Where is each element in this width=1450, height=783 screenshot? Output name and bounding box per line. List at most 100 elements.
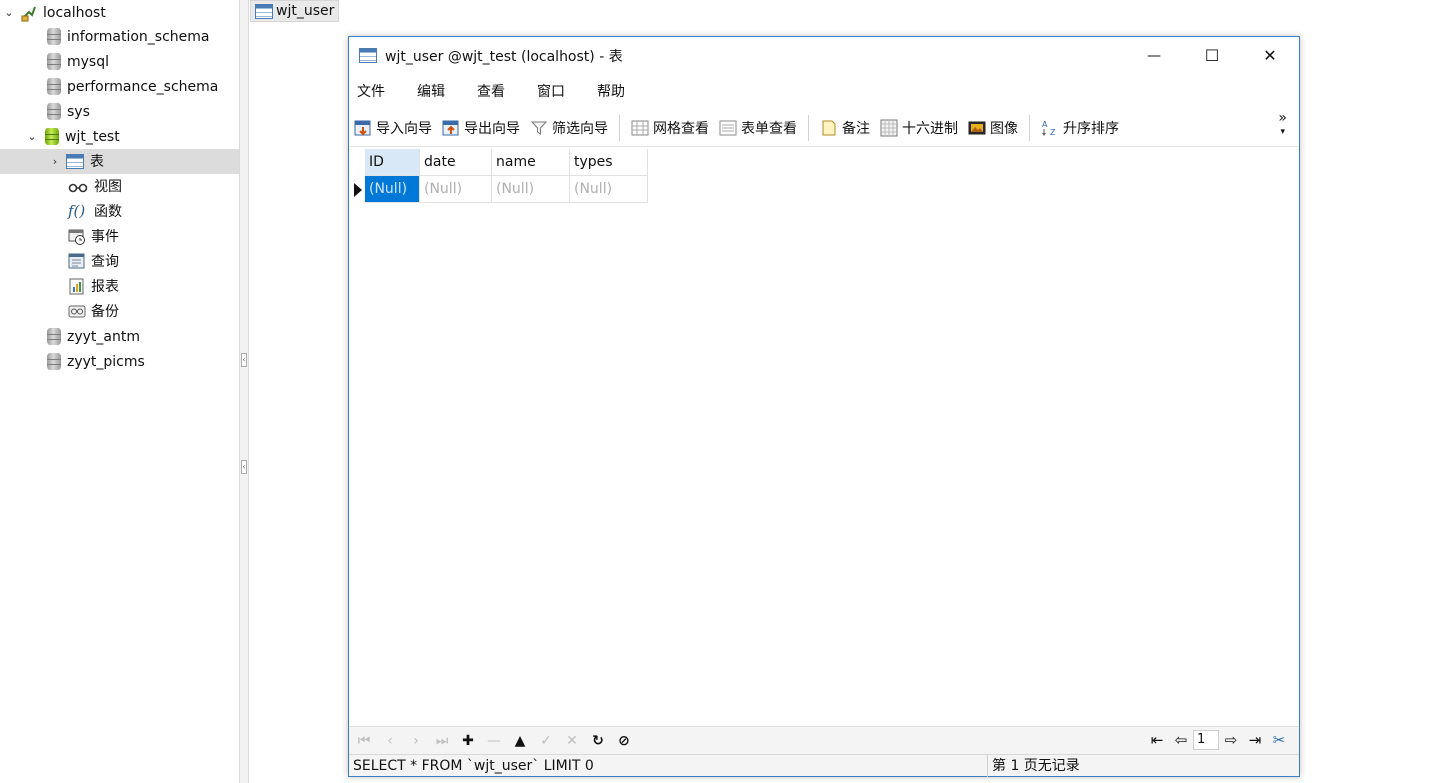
- apply-changes-icon[interactable]: ✓: [535, 730, 557, 752]
- hex-button[interactable]: 十六进制: [875, 113, 963, 143]
- chevron-down-icon[interactable]: ⌄: [2, 6, 16, 20]
- tree-node-queries[interactable]: 查询: [68, 249, 119, 274]
- tree-node-label: localhost: [43, 4, 106, 21]
- svg-text:A: A: [1042, 120, 1048, 129]
- dropdown-arrow-icon: ▾: [1280, 127, 1285, 137]
- grid-cell-id[interactable]: (Null): [365, 176, 420, 203]
- settings-tools-icon[interactable]: ✂: [1267, 731, 1291, 749]
- move-up-icon[interactable]: ▲: [509, 730, 531, 752]
- backup-icon: [68, 303, 86, 320]
- menu-window[interactable]: 窗口: [529, 81, 573, 101]
- next-record-icon[interactable]: ›: [405, 730, 427, 752]
- column-header-id[interactable]: ID: [365, 149, 420, 176]
- splitter-collapse-handle[interactable]: ‹: [241, 353, 247, 367]
- add-record-icon[interactable]: ✚: [457, 730, 479, 752]
- previous-page-icon[interactable]: ⇦: [1169, 731, 1193, 749]
- tree-node-db-mysql[interactable]: mysql: [45, 49, 109, 74]
- tree-node-tables[interactable]: › 表: [48, 149, 104, 174]
- tree-node-label: 视图: [94, 178, 122, 195]
- stop-icon[interactable]: ⊘: [613, 730, 635, 752]
- status-bar: SELECT * FROM `wjt_user` LIMIT 0 第 1 页无记…: [349, 754, 1299, 777]
- page-number-input[interactable]: 1: [1193, 730, 1219, 750]
- image-button[interactable]: 图像: [963, 113, 1023, 143]
- sort-ascending-button[interactable]: AZ 升序排序: [1036, 113, 1124, 143]
- tree-node-db-zyyt-picms[interactable]: zyyt_picms: [45, 349, 145, 374]
- filter-funnel-icon: [530, 119, 548, 137]
- tree-node-label: 表: [90, 153, 104, 170]
- column-header-name[interactable]: name: [492, 149, 570, 176]
- tree-node-db-wjt-test[interactable]: ⌄ wjt_test: [25, 124, 120, 149]
- toolbar-label: 网格查看: [653, 120, 709, 137]
- tree-node-views[interactable]: 视图: [68, 174, 122, 199]
- table-icon: [255, 3, 273, 19]
- menu-edit[interactable]: 编辑: [409, 81, 453, 101]
- database-icon: [47, 78, 61, 95]
- object-tab-label: wjt_user: [276, 3, 335, 19]
- column-header-date[interactable]: date: [420, 149, 492, 176]
- last-record-icon[interactable]: ⏭: [431, 730, 453, 752]
- connection-icon: [20, 4, 37, 22]
- toolbar-separator: [619, 114, 620, 141]
- database-icon: [47, 53, 61, 70]
- grid-cell-date[interactable]: (Null): [420, 176, 492, 203]
- overflow-chevron: »: [1278, 110, 1287, 126]
- close-button[interactable]: ✕: [1241, 37, 1299, 74]
- menu-view[interactable]: 查看: [469, 81, 513, 101]
- pager: ⇤ ⇦ 1 ⇨ ⇥ ✂: [1145, 730, 1291, 750]
- current-row-indicator-icon: [354, 183, 362, 197]
- tree-node-backups[interactable]: 备份: [68, 299, 119, 324]
- database-icon: [47, 353, 61, 370]
- memo-button[interactable]: 备注: [815, 113, 875, 143]
- export-wizard-button[interactable]: 导出向导: [437, 113, 525, 143]
- table-icon: [66, 154, 84, 169]
- previous-record-icon[interactable]: ‹: [379, 730, 401, 752]
- tree-node-localhost[interactable]: ⌄ localhost: [2, 0, 106, 25]
- grid-cell-name[interactable]: (Null): [492, 176, 570, 203]
- database-open-icon: [45, 128, 59, 145]
- tree-node-db-performance-schema[interactable]: performance_schema: [45, 74, 218, 99]
- panel-splitter[interactable]: ‹ ‹: [239, 0, 249, 783]
- grid-view-button[interactable]: 网格查看: [626, 113, 714, 143]
- refresh-icon[interactable]: ↻: [587, 730, 609, 752]
- tree-node-db-zyyt-antm[interactable]: zyyt_antm: [45, 324, 140, 349]
- form-view-button[interactable]: 表单查看: [714, 113, 802, 143]
- first-page-icon[interactable]: ⇤: [1145, 731, 1169, 749]
- tree-node-label: 报表: [91, 278, 119, 295]
- import-wizard-button[interactable]: 导入向导: [349, 113, 437, 143]
- window-title: wjt_user @wjt_test (localhost) - 表: [385, 48, 623, 65]
- import-icon: [354, 119, 372, 137]
- next-page-icon[interactable]: ⇨: [1219, 731, 1243, 749]
- menu-help[interactable]: 帮助: [589, 81, 633, 101]
- column-header-types[interactable]: types: [570, 149, 648, 176]
- delete-record-icon[interactable]: —: [483, 730, 505, 752]
- tree-node-label: 函数: [94, 203, 122, 220]
- menu-file[interactable]: 文件: [349, 81, 393, 101]
- tree-node-label: zyyt_picms: [67, 353, 145, 370]
- view-glasses-icon: [68, 178, 88, 195]
- first-record-icon[interactable]: ⏮: [353, 730, 375, 752]
- minimize-button[interactable]: —: [1125, 37, 1183, 74]
- window-titlebar[interactable]: wjt_user @wjt_test (localhost) - 表 — ☐ ✕: [349, 37, 1299, 74]
- tree-node-label: zyyt_antm: [67, 328, 140, 345]
- chevron-down-icon[interactable]: ⌄: [25, 130, 39, 144]
- maximize-button[interactable]: ☐: [1183, 37, 1241, 74]
- tree-node-label: information_schema: [67, 28, 210, 45]
- data-grid[interactable]: ID date name types (Null) (Null) (Null) …: [349, 149, 1299, 727]
- discard-changes-icon[interactable]: ✕: [561, 730, 583, 752]
- tree-node-events[interactable]: 事件: [68, 224, 119, 249]
- filter-wizard-button[interactable]: 筛选向导: [525, 113, 613, 143]
- tree-node-reports[interactable]: 报表: [68, 274, 119, 299]
- grid-cell-types[interactable]: (Null): [570, 176, 648, 203]
- chevron-right-icon[interactable]: ›: [48, 155, 62, 169]
- last-page-icon[interactable]: ⇥: [1243, 731, 1267, 749]
- toolbar-overflow-button[interactable]: » ▾: [1278, 111, 1287, 139]
- query-icon: [68, 253, 85, 270]
- tree-node-db-information-schema[interactable]: information_schema: [45, 24, 210, 49]
- toolbar-separator: [1029, 114, 1030, 141]
- tree-node-db-sys[interactable]: sys: [45, 99, 90, 124]
- tree-node-functions[interactable]: f() 函数: [68, 199, 122, 224]
- splitter-collapse-handle[interactable]: ‹: [241, 460, 247, 474]
- tree-node-label: 备份: [91, 303, 119, 320]
- object-tab-wjt-user[interactable]: wjt_user: [250, 0, 340, 22]
- toolbar-label: 导出向导: [464, 120, 520, 137]
